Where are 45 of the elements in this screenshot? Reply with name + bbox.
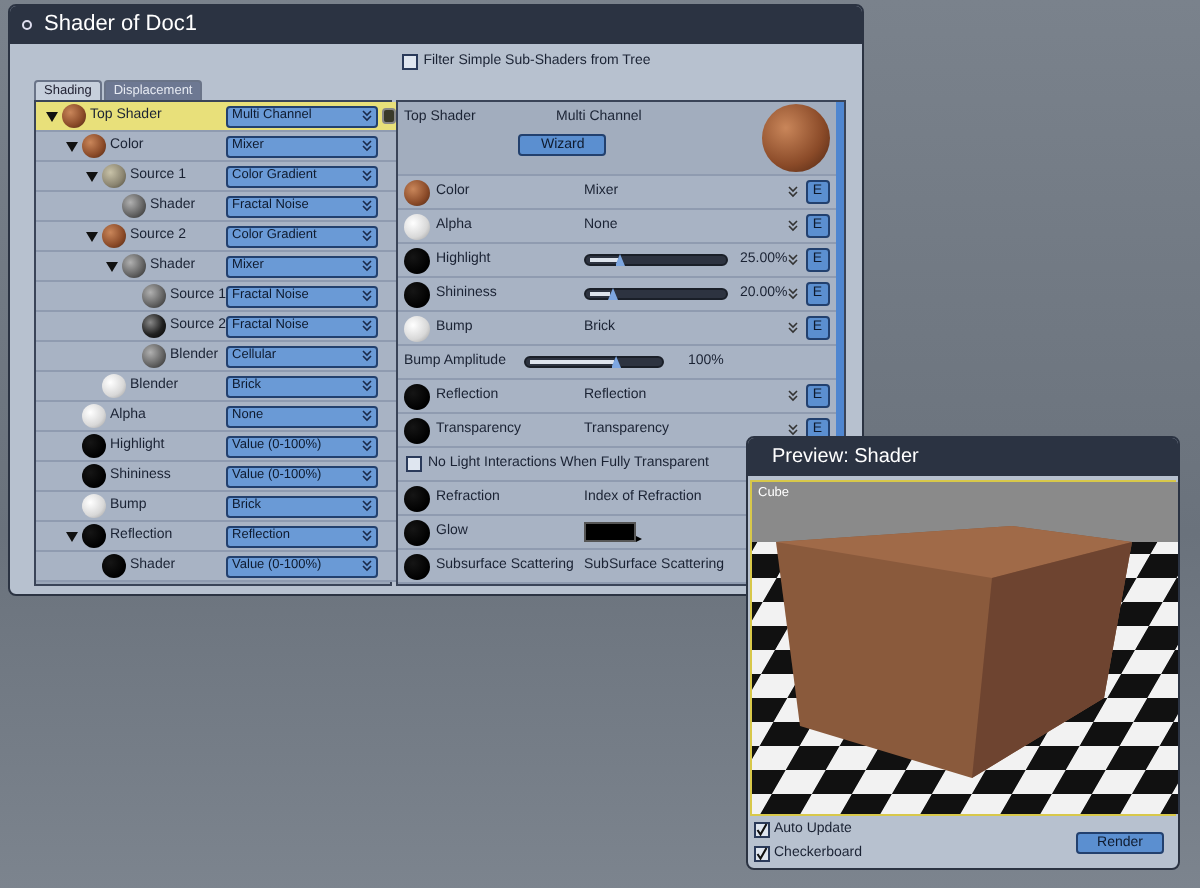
window-title: Preview: Shader <box>772 444 919 472</box>
chevron-icon[interactable] <box>787 220 798 232</box>
expand-triangle-icon[interactable] <box>85 171 97 181</box>
chevron-icon <box>362 560 373 572</box>
expand-triangle-icon[interactable] <box>65 531 77 541</box>
checkbox[interactable] <box>754 845 770 862</box>
chevron-icon[interactable] <box>787 322 798 334</box>
chevron-icon <box>362 260 373 272</box>
chevron-icon <box>362 530 373 542</box>
checkbox[interactable] <box>406 456 422 472</box>
slider-track[interactable] <box>584 254 728 266</box>
chevron-icon <box>362 110 373 122</box>
slider-thumb[interactable] <box>615 254 625 266</box>
checkbox[interactable] <box>754 822 770 839</box>
expand-triangle-icon[interactable] <box>65 141 77 151</box>
chevron-icon <box>362 320 373 332</box>
chevron-icon <box>362 380 373 392</box>
chevron-icon <box>362 350 373 362</box>
chevron-icon <box>362 170 373 182</box>
expand-triangle-icon[interactable] <box>45 111 57 121</box>
chevron-icon[interactable] <box>787 390 798 402</box>
chevron-icon <box>362 200 373 212</box>
window-title: Shader of Doc1 <box>44 10 197 41</box>
chevron-icon[interactable] <box>787 288 798 300</box>
lock-icon[interactable] <box>382 108 397 124</box>
chevron-icon <box>362 290 373 302</box>
chevron-icon[interactable] <box>787 424 798 436</box>
color-well[interactable] <box>584 522 636 542</box>
slider-thumb[interactable] <box>611 356 622 368</box>
window-menu-icon[interactable] <box>22 20 32 30</box>
chevron-icon[interactable] <box>787 254 798 266</box>
slider-track[interactable] <box>524 356 664 368</box>
chevron-icon <box>362 230 373 242</box>
chevron-icon <box>362 500 373 512</box>
chevron-icon <box>362 470 373 482</box>
slider-track[interactable] <box>584 288 728 300</box>
checkbox[interactable] <box>401 54 418 70</box>
chevron-icon <box>362 140 373 152</box>
caret-icon <box>636 536 642 542</box>
slider-thumb[interactable] <box>608 288 618 300</box>
chevron-icon <box>362 440 373 452</box>
chevron-icon <box>362 410 373 422</box>
chevron-icon[interactable] <box>787 186 798 198</box>
expand-triangle-icon[interactable] <box>105 261 117 271</box>
expand-triangle-icon[interactable] <box>85 231 97 241</box>
